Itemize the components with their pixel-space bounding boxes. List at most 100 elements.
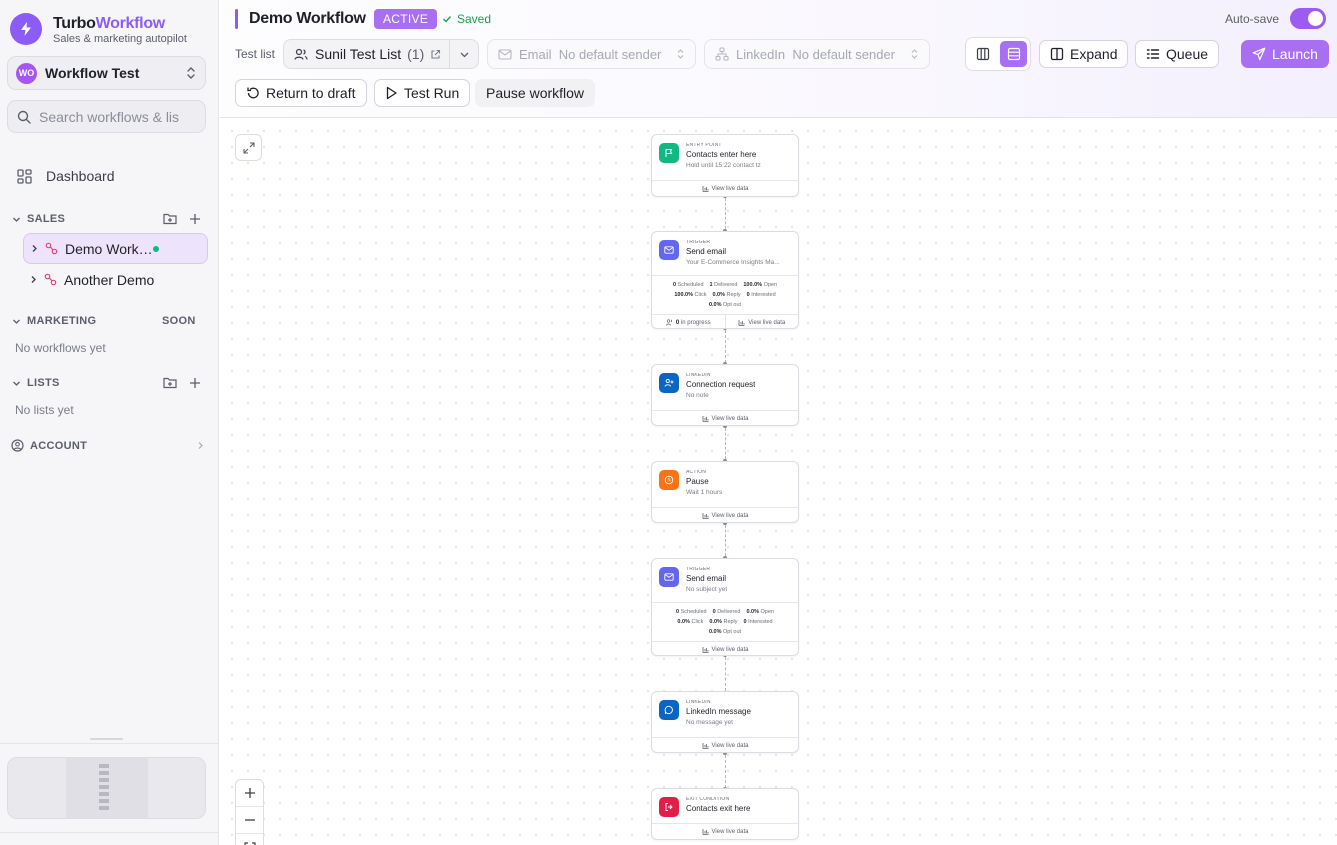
view-live-data-link[interactable]: View live data	[652, 410, 798, 425]
view-rows-button[interactable]	[1000, 41, 1027, 67]
expand-button[interactable]: Expand	[1039, 40, 1129, 68]
workspace-switcher[interactable]: WO Workflow Test	[7, 56, 206, 90]
soon-badge: SOON	[162, 315, 196, 327]
node-header: TRIGGER Send email Your E-Commerce Insig…	[652, 232, 798, 275]
sidebar-item-demo-workflow[interactable]: Demo Workflow	[23, 233, 208, 264]
view-live-data-link[interactable]: View live data	[652, 641, 798, 655]
stat-open: 0.0% Open	[746, 609, 774, 615]
connector-line	[725, 755, 726, 788]
sidebar-item-another-demo[interactable]: Another Demo	[23, 264, 208, 295]
test-run-button[interactable]: Test Run	[374, 79, 471, 107]
new-folder-icon[interactable]	[163, 376, 177, 389]
workflow-canvas[interactable]: ENTRY POINT Contacts enter here Hold unt…	[220, 119, 1337, 845]
minus-icon	[244, 819, 255, 821]
return-to-draft-button[interactable]: Return to draft	[235, 79, 367, 107]
test-list-dropdown[interactable]	[449, 40, 478, 68]
node-kind: EXIT CONDITION	[686, 797, 730, 802]
add-icon[interactable]	[189, 213, 201, 225]
node-text: EXIT CONDITION Contacts exit here	[686, 797, 750, 823]
pause-workflow-button[interactable]: Pause workflow	[475, 79, 596, 107]
autosave-toggle[interactable]	[1290, 8, 1326, 29]
section-account-label: ACCOUNT	[30, 439, 88, 452]
zoom-out-button[interactable]	[236, 807, 263, 834]
view-columns-button[interactable]	[969, 41, 996, 67]
node-entry-point[interactable]: ENTRY POINT Contacts enter here Hold unt…	[651, 134, 799, 197]
launch-button[interactable]: Launch	[1241, 40, 1329, 68]
queue-button[interactable]: Queue	[1135, 40, 1220, 68]
view-live-data-link[interactable]: View live data	[726, 315, 799, 328]
in-progress-link[interactable]: 0 in progress	[652, 315, 726, 328]
lists-empty-text: No lists yet	[15, 403, 74, 417]
sidebar-item-label: Another Demo	[64, 271, 155, 288]
marketing-empty-text: No workflows yet	[15, 341, 106, 355]
linkedin-sender-text: LinkedIn No default sender	[736, 47, 910, 62]
node-pause[interactable]: ACTION Pause Wait 1 hours View live data	[651, 461, 799, 523]
expand-label: Expand	[1070, 46, 1118, 62]
node-linkedin-message[interactable]: LINKEDIN LinkedIn message No message yet…	[651, 691, 799, 753]
minimap-node	[99, 771, 109, 775]
fullscreen-button[interactable]	[235, 134, 262, 161]
minimap[interactable]	[7, 757, 206, 819]
chevron-down-icon	[13, 217, 20, 222]
node-title: Contacts enter here	[686, 150, 757, 159]
zoom-in-button[interactable]	[236, 780, 263, 807]
section-marketing-toggle[interactable]: MARKETING	[12, 315, 96, 327]
dashboard-icon	[17, 168, 32, 184]
section-account-toggle[interactable]: ACCOUNT	[11, 439, 204, 452]
minimap-node	[99, 778, 109, 782]
node-exit-condition[interactable]: EXIT CONDITION Contacts exit here View l…	[651, 788, 799, 840]
chevron-updown-icon	[677, 49, 684, 59]
connector-line	[725, 330, 726, 363]
linkedin-sender-select[interactable]: LinkedIn No default sender	[704, 39, 930, 69]
view-live-data-link[interactable]: View live data	[652, 180, 798, 196]
external-link-icon[interactable]	[430, 49, 441, 60]
workflow-icon	[45, 242, 58, 255]
email-sender-value: No default sender	[558, 46, 662, 62]
chevron-updown-icon	[911, 49, 918, 59]
test-list-select[interactable]: Sunil Test List (1)	[283, 39, 479, 69]
add-icon[interactable]	[189, 377, 201, 389]
in-progress-text: 0 in progress	[675, 319, 711, 326]
node-icon	[659, 700, 679, 720]
expand-arrows-icon	[242, 141, 255, 154]
workflow-title[interactable]: Demo Workflow	[249, 10, 366, 28]
exit-icon	[665, 803, 673, 811]
resize-handle[interactable]	[90, 738, 123, 740]
title-accent-bar	[235, 9, 238, 29]
plus-icon	[244, 788, 255, 798]
brand-part-2: Workflow	[95, 15, 166, 32]
sidebar-search	[7, 100, 206, 133]
stat-reply: 0.0% Reply	[709, 619, 738, 625]
check-icon	[443, 16, 452, 23]
queue-label: Queue	[1166, 46, 1209, 62]
nav-dashboard[interactable]: Dashboard	[17, 168, 115, 184]
minimap-node	[99, 785, 109, 789]
divider	[0, 832, 219, 833]
email-sender-label: Email	[519, 46, 552, 62]
view-live-data-link[interactable]: View live data	[652, 507, 798, 522]
node-header: LINKEDIN LinkedIn message No message yet	[652, 692, 798, 737]
mail-icon	[498, 48, 512, 60]
email-sender-select[interactable]: Email No default sender	[487, 39, 696, 69]
view-live-data-link[interactable]: View live data	[652, 823, 798, 839]
section-sales-label: SALES	[27, 213, 66, 225]
bolt-icon	[21, 22, 31, 36]
search-input[interactable]	[39, 108, 179, 125]
node-send-email[interactable]: TRIGGER Send email Your E-Commerce Insig…	[651, 231, 799, 329]
section-marketing-label: MARKETING	[27, 315, 97, 327]
section-sales-actions	[163, 212, 201, 225]
email-sender-text: Email No default sender	[519, 47, 676, 62]
node-connection-request[interactable]: LINKEDIN Connection request No note View…	[651, 364, 799, 426]
workflow-icon	[44, 273, 57, 286]
node-send-email[interactable]: TRIGGER Send email No subject yet 0 Sche…	[651, 558, 799, 656]
sidebar-item-label: Demo Workflow	[65, 240, 153, 257]
new-folder-icon[interactable]	[163, 212, 177, 225]
fit-view-button[interactable]	[236, 834, 263, 845]
section-lists-toggle[interactable]: LISTS	[12, 377, 60, 389]
chevron-right-icon	[32, 245, 37, 252]
send-icon	[1252, 47, 1266, 61]
workspace-avatar: WO	[16, 62, 37, 84]
section-sales-toggle[interactable]: SALES	[12, 213, 65, 225]
view-live-data-link[interactable]: View live data	[652, 737, 798, 752]
test-list-value[interactable]: Sunil Test List (1)	[284, 40, 449, 68]
